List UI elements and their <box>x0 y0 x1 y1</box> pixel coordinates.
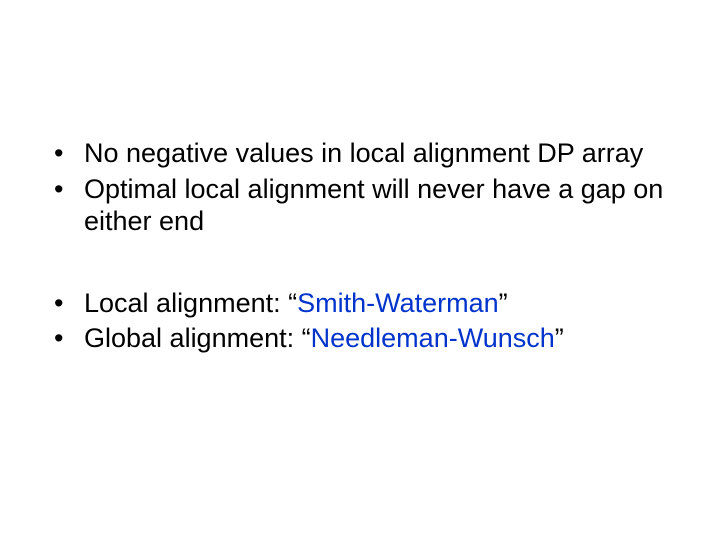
bullet-icon: • <box>54 138 63 170</box>
bullet-item: • No negative values in local alignment … <box>54 138 666 170</box>
bullet-group-1: • No negative values in local alignment … <box>54 138 666 238</box>
bullet-icon: • <box>54 323 63 355</box>
bullet-item: • Local alignment: “Smith-Waterman” <box>54 288 666 320</box>
bullet-icon: • <box>54 174 63 206</box>
bullet-group-2: • Local alignment: “Smith-Waterman” • Gl… <box>54 288 666 356</box>
bullet-suffix: ” <box>499 288 508 318</box>
bullet-prefix: Global alignment: “ <box>84 323 311 353</box>
bullet-item: • Global alignment: “Needleman-Wunsch” <box>54 323 666 355</box>
slide: • No negative values in local alignment … <box>0 0 720 540</box>
bullet-suffix: ” <box>555 323 564 353</box>
bullet-text: No negative values in local alignment DP… <box>84 138 643 168</box>
bullet-icon: • <box>54 288 63 320</box>
bullet-highlight: Needleman-Wunsch <box>311 323 555 353</box>
bullet-item: • Optimal local alignment will never hav… <box>54 174 666 238</box>
bullet-prefix: Local alignment: “ <box>84 288 297 318</box>
bullet-highlight: Smith-Waterman <box>297 288 499 318</box>
bullet-text: Global alignment: “Needleman-Wunsch” <box>84 323 564 353</box>
bullet-text: Optimal local alignment will never have … <box>84 174 663 236</box>
bullet-text: Local alignment: “Smith-Waterman” <box>84 288 508 318</box>
